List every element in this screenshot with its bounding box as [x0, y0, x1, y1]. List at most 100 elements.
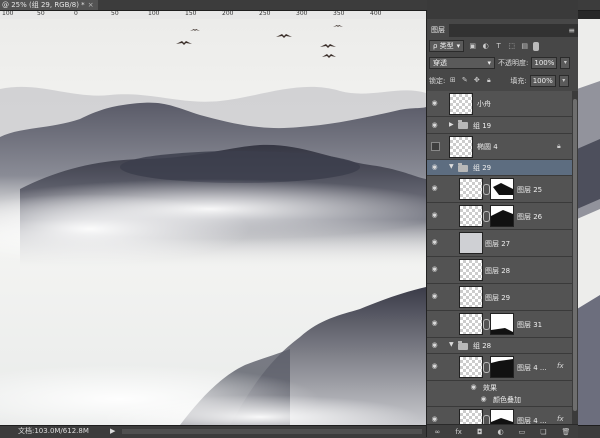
- layer-group-row[interactable]: ◉ ▼ 组 28: [427, 338, 572, 354]
- expand-triangle-icon[interactable]: ▶: [449, 121, 454, 128]
- fx-icon[interactable]: fx: [557, 362, 564, 370]
- visibility-eye-icon[interactable]: ◉: [430, 121, 439, 130]
- add-mask-icon[interactable]: ◘: [477, 428, 483, 436]
- delete-layer-icon[interactable]: 🗑︎: [562, 428, 571, 436]
- status-menu-arrow-icon[interactable]: ▶: [110, 426, 115, 437]
- adjustment-filter-icon[interactable]: ◐: [481, 42, 490, 51]
- shape-thumbnail: [449, 136, 473, 158]
- opacity-field[interactable]: 100%: [531, 56, 558, 69]
- layer-mask-thumbnail[interactable]: [490, 178, 514, 200]
- fx-icon[interactable]: fx: [557, 415, 564, 423]
- visibility-eye-icon[interactable]: ◉: [430, 265, 439, 274]
- panel-menu-icon[interactable]: ≡: [568, 24, 575, 37]
- mask-shape: [491, 210, 513, 226]
- visibility-eye-icon[interactable]: ◉: [430, 319, 439, 328]
- mask-shape: [493, 183, 513, 195]
- collapse-triangle-icon[interactable]: ▼: [449, 341, 454, 348]
- lock-position-icon[interactable]: ✥: [472, 76, 481, 85]
- link-layers-icon[interactable]: ∞: [435, 428, 441, 436]
- blend-opacity-row: 穿透 ▾ 不透明度: 100% ▾: [429, 56, 576, 69]
- visibility-eye-icon[interactable]: ◉: [430, 292, 439, 301]
- lock-label: 锁定:: [429, 76, 446, 85]
- mask-shape: [491, 418, 513, 424]
- layer-list-scrollbar[interactable]: [572, 91, 578, 424]
- layer-mask-thumbnail[interactable]: [490, 409, 514, 424]
- smart-object-filter-icon[interactable]: ▤: [520, 42, 529, 51]
- opacity-slider-arrow-icon[interactable]: ▾: [560, 56, 571, 69]
- visibility-eye-icon[interactable]: ◉: [430, 415, 439, 424]
- visibility-eye-icon[interactable]: ◉: [430, 163, 439, 172]
- visibility-eye-icon[interactable]: ◉: [430, 184, 439, 193]
- adjustment-layer-icon[interactable]: ◐: [498, 428, 504, 436]
- blend-mode-select[interactable]: 穿透 ▾: [429, 56, 495, 69]
- ruler-tick-label: 350: [333, 11, 345, 17]
- layer-row[interactable]: ◉ 图层 4 ... fx: [427, 354, 572, 381]
- link-chain-icon: [483, 184, 490, 195]
- close-tab-icon[interactable]: ×: [88, 0, 94, 10]
- visibility-eye-icon[interactable]: ◉: [430, 362, 439, 371]
- layer-row[interactable]: ◉ 图层 29: [427, 284, 572, 311]
- canvas-right-strip: [577, 19, 600, 425]
- layer-group-row-selected[interactable]: ◉ ▼ 组 29: [427, 160, 572, 176]
- layer-row[interactable]: ◉ 图层 4 ... fx: [427, 407, 572, 424]
- lock-icon: 🔒︎: [557, 142, 561, 150]
- collapse-triangle-icon[interactable]: ▼: [449, 163, 454, 170]
- link-chain-icon: [483, 415, 490, 424]
- shape-filter-icon[interactable]: ⬚: [507, 42, 516, 51]
- visibility-eye-icon[interactable]: ◉: [469, 383, 478, 392]
- document-tab-title: @ 25% (组 29, RGB/8) *: [2, 1, 85, 9]
- layer-row[interactable]: ◉ 图层 27: [427, 230, 572, 257]
- layer-thumbnail: [459, 232, 483, 254]
- layer-thumbnail: [449, 93, 473, 115]
- fill-slider-arrow-icon[interactable]: ▾: [558, 74, 569, 87]
- layer-name: 椭圆 4: [477, 143, 498, 151]
- ruler-tick-label: 150: [185, 11, 197, 17]
- tab-layers[interactable]: 图层: [427, 24, 449, 37]
- visibility-eye-icon[interactable]: ◉: [430, 99, 439, 108]
- scrollbar-thumb[interactable]: [573, 99, 577, 411]
- opacity-label: 不透明度:: [498, 58, 529, 67]
- image-filter-icon[interactable]: ▣: [468, 42, 477, 51]
- effects-row[interactable]: ◉ 效果: [427, 381, 572, 393]
- layer-mask-thumbnail[interactable]: [490, 205, 514, 227]
- horizontal-scrollbar[interactable]: [122, 429, 422, 434]
- layer-mask-thumbnail[interactable]: [490, 313, 514, 335]
- blend-mode-value: 穿透: [433, 58, 447, 67]
- layer-row[interactable]: ◉ 图层 28: [427, 257, 572, 284]
- mask-shape: [491, 328, 513, 334]
- link-chain-icon: [483, 319, 490, 330]
- layer-row[interactable]: 椭圆 4 🔒︎: [427, 134, 572, 160]
- fill-field[interactable]: 100%: [529, 74, 556, 87]
- layer-row[interactable]: ◉ 图层 31: [427, 311, 572, 338]
- layer-row[interactable]: ◉ 小舟: [427, 91, 572, 117]
- type-filter-icon[interactable]: T: [494, 42, 503, 51]
- layer-row[interactable]: ◉ 图层 26: [427, 203, 572, 230]
- layer-thumbnail: [459, 409, 483, 424]
- layer-group-row[interactable]: ◉ ▶ 组 19: [427, 117, 572, 134]
- filter-type-select[interactable]: ρ 类型 ▾: [429, 40, 465, 52]
- lock-all-icon[interactable]: 🔒︎: [484, 76, 493, 85]
- layer-row[interactable]: ◉ 图层 25: [427, 176, 572, 203]
- filter-toggle[interactable]: [533, 41, 540, 51]
- effect-row[interactable]: ◉ 颜色叠加: [427, 393, 572, 407]
- add-style-icon[interactable]: fx: [455, 428, 462, 436]
- canvas[interactable]: [0, 19, 426, 425]
- visibility-eye-icon[interactable]: ◉: [430, 211, 439, 220]
- new-group-icon[interactable]: ▭: [519, 428, 526, 436]
- lock-transparency-icon[interactable]: ⊞: [448, 76, 457, 85]
- visibility-eye-icon[interactable]: ◉: [430, 341, 439, 350]
- ruler-tick-label: 200: [222, 11, 234, 17]
- layer-filter-row: ρ 类型 ▾ ▣ ◐ T ⬚ ▤: [429, 39, 576, 53]
- new-layer-icon[interactable]: ❏: [540, 428, 546, 436]
- layer-mask-thumbnail[interactable]: [490, 356, 514, 378]
- lock-image-icon[interactable]: ✎: [460, 76, 469, 85]
- document-tab[interactable]: @ 25% (组 29, RGB/8) * ×: [0, 0, 98, 10]
- layer-thumbnail: [459, 356, 483, 378]
- visibility-eye-icon[interactable]: ◉: [430, 238, 439, 247]
- layer-thumbnail: [459, 205, 483, 227]
- document-size-info[interactable]: 文档:103.0M/612.8M: [18, 426, 89, 437]
- layer-thumbnail: [459, 286, 483, 308]
- folder-icon: [458, 163, 468, 172]
- visibility-eye-icon[interactable]: ◉: [479, 395, 488, 404]
- visibility-empty-box[interactable]: [431, 142, 440, 151]
